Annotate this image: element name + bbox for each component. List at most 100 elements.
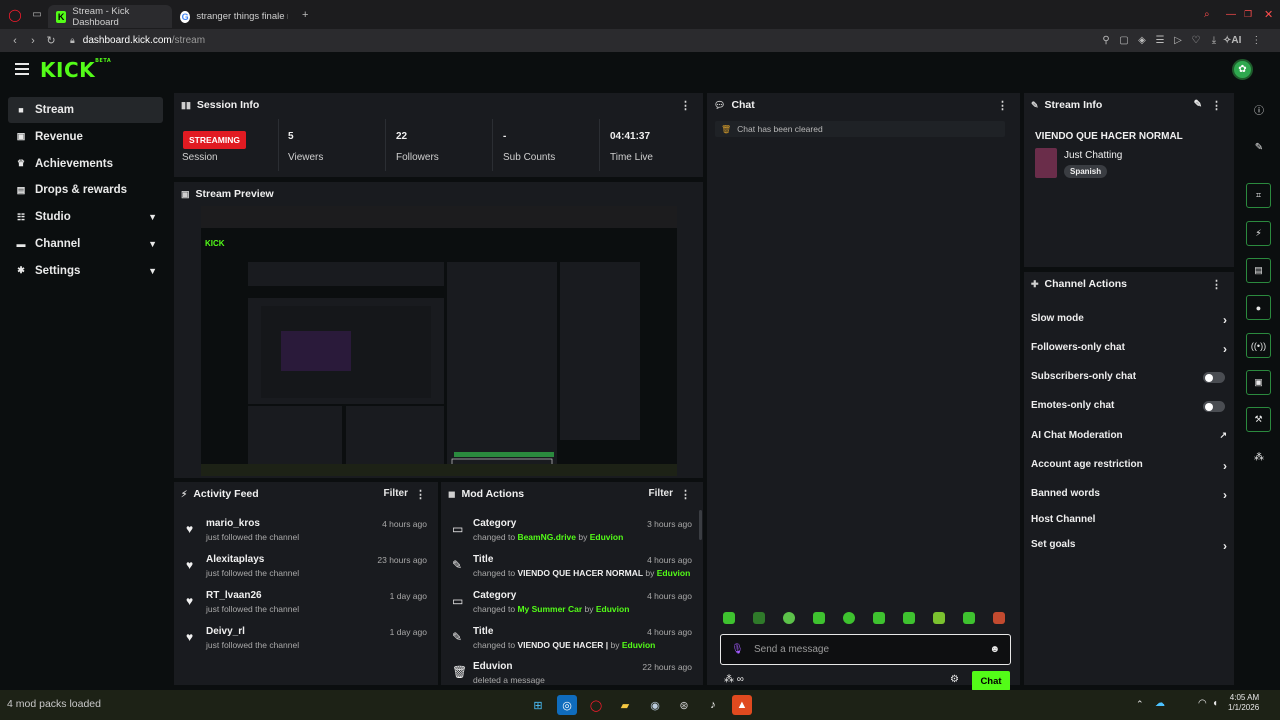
opera-logo-icon[interactable]: ◯	[4, 8, 26, 22]
maximize-icon[interactable]: ❐	[1244, 9, 1252, 20]
forward-icon[interactable]: ›	[24, 35, 42, 47]
volume-icon[interactable]: ◖	[1212, 698, 1218, 709]
kick-logo[interactable]: KICKBETA	[40, 58, 111, 82]
subscribers-only-toggle[interactable]	[1203, 372, 1225, 383]
minimize-icon[interactable]: —	[1226, 9, 1236, 20]
more-icon[interactable]: ⋮	[1247, 35, 1265, 46]
host-channel-row[interactable]: Host Channel	[1031, 514, 1227, 530]
broadcast-icon[interactable]: ((•))	[1246, 333, 1271, 358]
slow-mode-row[interactable]: Slow mode ›	[1031, 313, 1227, 329]
ai-icon[interactable]: ✧AI	[1223, 35, 1241, 46]
svg-text:KICK: KICK	[205, 239, 225, 248]
sidebar-item-drops-rewards[interactable]: ▤ Drops & rewards	[8, 177, 163, 203]
url-field[interactable]: 🔒︎ dashboard.kick.com/stream	[70, 35, 205, 46]
emote-icon[interactable]	[933, 612, 945, 624]
gaming-app-icon[interactable]: ⊛	[674, 695, 694, 715]
chat-bubble-icon[interactable]: ●	[1246, 295, 1271, 320]
bolt-icon[interactable]: ⚡︎	[1246, 221, 1271, 246]
more-icon[interactable]: ⋮	[680, 99, 691, 112]
heart-icon[interactable]: ♡	[1187, 35, 1205, 46]
emote-icon[interactable]	[813, 612, 825, 624]
list-item: ▭ Category changed to My Summer Car by E…	[452, 590, 692, 614]
windows-start-icon[interactable]: ⊞	[528, 695, 548, 715]
stream-title: VIENDO QUE HACER NORMAL	[1035, 131, 1183, 142]
filter-button[interactable]: Filter	[384, 488, 408, 499]
heart-icon: ♥	[186, 558, 194, 572]
lock-icon: 🔒︎	[70, 35, 75, 45]
more-icon[interactable]: ⋮	[997, 99, 1008, 112]
new-tab-icon[interactable]: +	[302, 9, 308, 21]
screenshot-icon[interactable]: ⌗	[1246, 183, 1271, 208]
category-thumbnail	[1035, 148, 1057, 178]
more-icon[interactable]: ⋮	[1211, 278, 1222, 291]
tab-overview-icon[interactable]: ▭	[26, 9, 48, 20]
pencil-icon[interactable]: ✎	[1250, 138, 1268, 156]
emotes-only-toggle[interactable]	[1203, 401, 1225, 412]
chat-panel: 💬︎ Chat ⋮ 🗑︎ Chat has been cleared 🎙︎ Se…	[707, 93, 1020, 691]
sidebar-item-studio[interactable]: ☷ Studio ▼	[8, 204, 163, 230]
file-explorer-icon[interactable]: ▰	[615, 695, 635, 715]
ai-moderation-row[interactable]: AI Chat Moderation ↗	[1031, 430, 1227, 446]
close-window-icon[interactable]: ✕	[1264, 8, 1273, 21]
emote-icon[interactable]	[723, 612, 735, 624]
points-icon[interactable]: ⁂ ∞	[724, 674, 744, 685]
emote-icon[interactable]	[993, 612, 1005, 624]
cloud-icon[interactable]: ☁	[1155, 698, 1165, 709]
sidebar-item-settings[interactable]: ✱ Settings ▼	[8, 258, 163, 284]
set-goals-row[interactable]: Set goals ›	[1031, 539, 1227, 555]
download-icon[interactable]: ⤓	[1205, 35, 1223, 46]
edit-icon[interactable]: ✎	[1194, 99, 1202, 110]
emote-icon[interactable]	[843, 612, 855, 624]
tray-chevron-icon[interactable]: ⌃	[1136, 699, 1144, 710]
tab-kick-dashboard[interactable]: K Stream - Kick Dashboard	[48, 5, 172, 28]
streaming-app-icon[interactable]: ▲	[732, 695, 752, 715]
stream-preview-video[interactable]: KICK	[201, 206, 677, 476]
account-age-row[interactable]: Account age restriction ›	[1031, 459, 1227, 475]
emote-icon[interactable]	[873, 612, 885, 624]
shield-icon[interactable]: ◈	[1133, 35, 1151, 46]
emote-icon[interactable]	[753, 612, 765, 624]
info-icon[interactable]: ⓘ	[1250, 100, 1268, 118]
avatar[interactable]: ✿	[1232, 59, 1253, 80]
snapshot-icon[interactable]: ▢	[1115, 35, 1133, 46]
chat-settings-icon[interactable]: ⚙︎	[950, 674, 959, 685]
filter-button[interactable]: Filter	[649, 488, 673, 499]
category-icon: ▭	[452, 594, 464, 608]
outlook-icon[interactable]: ◎	[557, 695, 577, 715]
sidebar-item-channel[interactable]: ▬ Channel ▼	[8, 231, 163, 257]
more-icon[interactable]: ⋮	[680, 488, 691, 501]
easy-setup-icon[interactable]: ☰	[1151, 35, 1169, 46]
tab-search[interactable]: G stranger things finale rele	[172, 5, 296, 28]
reload-icon[interactable]: ↻	[42, 34, 60, 47]
pin-icon[interactable]: ⚲	[1097, 35, 1115, 46]
emote-icon[interactable]	[903, 612, 915, 624]
banned-words-row[interactable]: Banned words ›	[1031, 488, 1227, 504]
search-tabs-icon[interactable]: ⌕	[1204, 9, 1210, 20]
chat-icon: 💬︎	[714, 99, 726, 110]
opera-gx-icon[interactable]: ◯	[586, 695, 606, 715]
steam-icon[interactable]: ◉	[645, 695, 665, 715]
menu-icon[interactable]	[15, 63, 29, 75]
layout-icon[interactable]: ▣	[1246, 370, 1271, 395]
more-icon[interactable]: ⋮	[1211, 99, 1222, 112]
wrench-icon[interactable]: ⚒	[1246, 407, 1271, 432]
more-icon[interactable]: ⋮	[415, 488, 426, 501]
play-icon[interactable]: ▷	[1169, 35, 1187, 46]
emoji-icon[interactable]: ☻	[989, 644, 1000, 655]
clock[interactable]: 4:05 AM 1/1/2026	[1228, 693, 1259, 713]
back-icon[interactable]: ‹	[6, 35, 24, 47]
document-icon[interactable]: ▤	[1246, 258, 1271, 283]
microphone-icon[interactable]: 🎙︎	[731, 644, 744, 655]
chat-input[interactable]: 🎙︎ Send a message ☻	[720, 634, 1011, 665]
people-icon[interactable]: ⁂	[1250, 448, 1268, 466]
sidebar-item-achievements[interactable]: ♛ Achievements	[8, 151, 163, 177]
tiktok-icon[interactable]: ♪	[703, 695, 723, 715]
followers-only-row[interactable]: Followers-only chat ›	[1031, 342, 1227, 358]
emote-icon[interactable]	[783, 612, 795, 624]
wifi-icon[interactable]: ◠	[1198, 698, 1207, 709]
emote-icon[interactable]	[963, 612, 975, 624]
stream-info-panel: ✎ Stream Info ✎ ⋮ VIENDO QUE HACER NORMA…	[1024, 93, 1234, 267]
send-chat-button[interactable]: Chat	[972, 671, 1010, 691]
sidebar-item-stream[interactable]: ■ Stream	[8, 97, 163, 123]
sidebar-item-revenue[interactable]: ▣ Revenue	[8, 124, 163, 150]
